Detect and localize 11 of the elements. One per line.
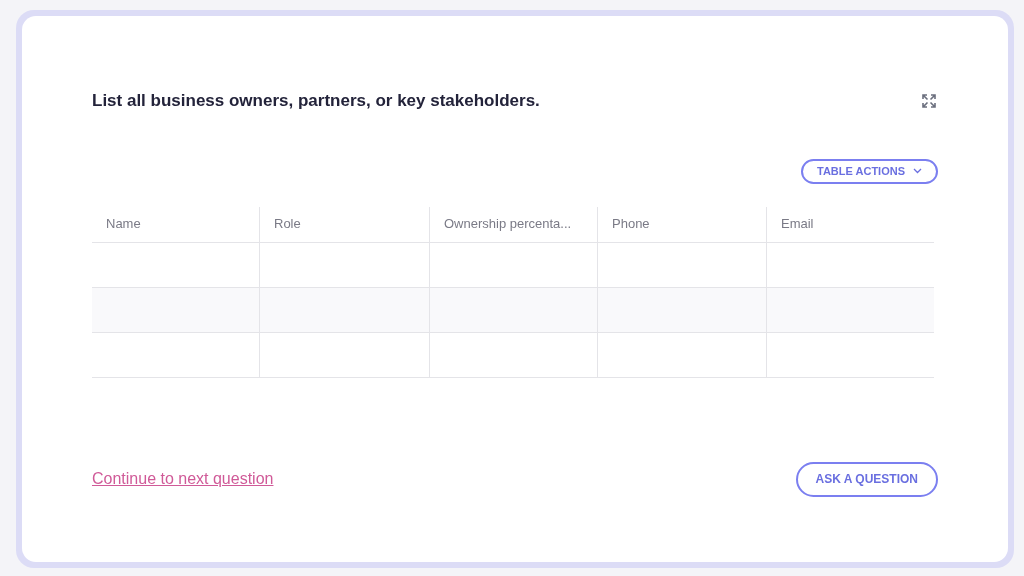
- column-header: Ownership percenta...: [429, 206, 597, 242]
- ask-question-button[interactable]: ASK A QUESTION: [795, 461, 938, 497]
- table-actions-button[interactable]: TABLE ACTIONS: [801, 158, 938, 184]
- question-title: List all business owners, partners, or key stakeholders.: [92, 90, 540, 112]
- column-header: Email: [766, 206, 934, 242]
- column-header: Name: [105, 215, 142, 234]
- column-header: Role: [259, 206, 429, 242]
- chevron-down-icon: [913, 168, 922, 174]
- expand-icon[interactable]: [922, 93, 936, 108]
- column-header: Phone: [597, 206, 766, 242]
- continue-link[interactable]: Continue to next question: [92, 467, 274, 491]
